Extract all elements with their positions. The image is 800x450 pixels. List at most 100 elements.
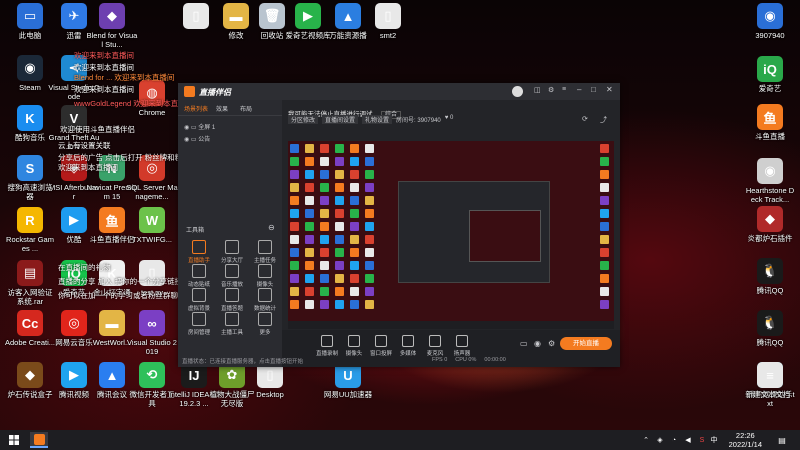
preview-icon (335, 222, 344, 231)
bottom-tool[interactable]: 麦克风 (420, 335, 450, 357)
desktop-icon[interactable]: ◉ 3907940 (744, 3, 796, 40)
volume-icon[interactable]: ◀ (682, 432, 694, 448)
windows-start-icon[interactable] (6, 432, 22, 448)
preview-icon (320, 144, 329, 153)
preview-icon (320, 261, 329, 270)
desktop-icon[interactable]: ≡ 新建文本文档.txt (744, 362, 796, 408)
notification-icon[interactable]: ▤ (776, 432, 788, 448)
preview-icon (350, 170, 359, 179)
live-companion-window[interactable]: 直播伴侣 ◫ ⚙ ≡ – □ ✕ 场景列表 效果 布局 ◉ ▭ 全屏 1 ◉ ▭… (178, 83, 620, 367)
status-text: 直播状态：已连接直播服务器，点击直播按钮开始 (182, 359, 304, 365)
preview-icon (290, 183, 299, 192)
system-tray-icon[interactable]: ◈ (654, 432, 666, 448)
tool-item[interactable]: 直播答题 (217, 288, 247, 312)
room-button[interactable]: 礼物设置 (362, 115, 393, 124)
desktop-icon[interactable]: ◆ Blend for Visual Stu... (86, 3, 138, 49)
taskbar-douyu-companion[interactable] (30, 432, 48, 448)
chevron-up-icon[interactable]: ⌃ (640, 432, 652, 448)
preview-icon (365, 209, 374, 218)
vs2019-icon: ∞ (139, 310, 165, 336)
desktop-icon[interactable]: ▯ Desktop (244, 362, 296, 399)
tool-item[interactable]: 音乐播放 (217, 264, 247, 288)
tool-item[interactable]: 数据统计 (250, 288, 280, 312)
network-icon[interactable]: ◔ (668, 432, 680, 448)
desktop-icon[interactable]: 鱼斗鱼直播 (744, 104, 796, 141)
side-tabs: 场景列表 效果 布局 (178, 103, 282, 116)
bottom-tool[interactable]: 扬声器 (447, 335, 477, 357)
tool-item[interactable]: 更多 (250, 312, 280, 336)
close-icon[interactable]: ✕ (606, 85, 613, 94)
preview-icon (290, 170, 299, 179)
scene-item[interactable]: ◉ ▭ 全屏 1 (184, 122, 215, 134)
settings-icon[interactable]: ⚙ (548, 339, 555, 348)
preview-toggle-icon[interactable]: ◉ (534, 339, 541, 348)
skin-icon[interactable]: ◫ (534, 86, 541, 94)
scene-item[interactable]: ◉ ▭ 公告 (184, 134, 215, 146)
preview-icon (305, 222, 314, 231)
preview-icon (365, 261, 374, 270)
tool-item[interactable]: 主播任务 (250, 240, 280, 264)
iqiyi-library-icon: ▶ (295, 3, 321, 29)
tool-label: 房间管理 (187, 330, 210, 336)
clock[interactable]: 22:26 2022/1/14 (729, 431, 762, 449)
tool-item[interactable]: 分享大厅 (217, 240, 247, 264)
tool-item[interactable]: 主播工具 (217, 312, 247, 336)
preview-icon (365, 144, 374, 153)
desktop-icon[interactable]: W TXTWIFG... (126, 207, 178, 244)
tab-layout[interactable]: 布局 (240, 104, 252, 113)
desktop-icon[interactable]: ◆ 炎都炉石插件 (744, 206, 796, 243)
preview-icon (335, 170, 344, 179)
desktop-icon-label: 腾讯QQ (756, 286, 784, 295)
desktop-icon[interactable]: iQ 爱奇艺 (744, 56, 796, 93)
desktop-icon[interactable]: S 搜狗高速浏览器 (4, 155, 56, 201)
bottom-tool-label: 扬声器 (453, 351, 471, 357)
desktop-icon[interactable]: ∞ Visual Studio 2019 (126, 310, 178, 356)
menu-icon[interactable]: ≡ (562, 86, 566, 93)
start-live-button[interactable]: 开始直播 (560, 337, 612, 350)
bottom-tool[interactable]: 直播录制 (312, 335, 342, 357)
desktop-icon[interactable]: U 网易UU加速器 (322, 362, 374, 399)
preview-icon (305, 209, 314, 218)
tool-item[interactable]: 虚拟背景 (184, 288, 214, 312)
stream-preview[interactable] (288, 141, 614, 329)
room-button[interactable]: 直播间设置 (322, 115, 359, 124)
tab-effects[interactable]: 效果 (216, 104, 228, 113)
tool-label: 动态贴纸 (187, 282, 210, 288)
tab-scenes[interactable]: 场景列表 (184, 104, 208, 113)
share-icon[interactable]: ⤴ (600, 115, 607, 125)
ime-icon[interactable]: S (696, 432, 708, 448)
bottom-tool[interactable]: 多媒体 (393, 335, 423, 357)
tools-collapse-icon[interactable]: ⊖ (268, 223, 275, 232)
preview-icon (290, 287, 299, 296)
hearthstone-box-icon: ◆ (17, 362, 43, 388)
sogou-browser-icon: S (17, 155, 43, 181)
tool-item[interactable]: 房间管理 (184, 312, 214, 336)
bottom-tool[interactable]: 摄像头 (339, 335, 369, 357)
sidebar: 场景列表 效果 布局 ◉ ▭ 全屏 1 ◉ ▭ 公告 工具箱 ⊖ 直播助手 分享大… (178, 100, 282, 367)
bottom-tool[interactable]: 窗口投屏 (366, 335, 396, 357)
desktop-icon[interactable]: 🐧 腾讯QQ (744, 258, 796, 295)
preview-icon (350, 183, 359, 192)
desktop-icon[interactable]: ▯ smt2 (362, 3, 414, 40)
preview-icon (600, 183, 609, 192)
settings-icon[interactable]: ⚙ (548, 86, 554, 94)
tool-label: 直播答题 (220, 306, 243, 312)
file-icon: ▯ (375, 3, 401, 29)
refresh-icon[interactable]: ⟳ (582, 115, 588, 123)
desktop-icon[interactable]: ◉ Hearthstone Deck Track... (744, 158, 796, 204)
ime-mode-icon[interactable]: 中 (708, 432, 720, 448)
chat-message: 欢迎来到本直播间 (74, 51, 134, 60)
user-avatar-icon[interactable] (512, 86, 523, 97)
room-button[interactable]: 分区修改 (288, 115, 319, 124)
steam-icon: ◉ (17, 55, 43, 81)
tool-item[interactable]: 直播助手 (184, 240, 214, 264)
desktop-icon[interactable]: 🐧 腾讯QQ (744, 310, 796, 347)
tool-item[interactable]: 摄像头 (250, 264, 280, 288)
tool-item[interactable]: 动态贴纸 (184, 264, 214, 288)
minimize-icon[interactable]: – (577, 85, 581, 94)
preview-icon (600, 287, 609, 296)
preview-icon (335, 144, 344, 153)
maximize-icon[interactable]: □ (591, 85, 596, 94)
preview-icon (350, 222, 359, 231)
camera-toggle-icon[interactable]: ▭ (520, 339, 528, 348)
